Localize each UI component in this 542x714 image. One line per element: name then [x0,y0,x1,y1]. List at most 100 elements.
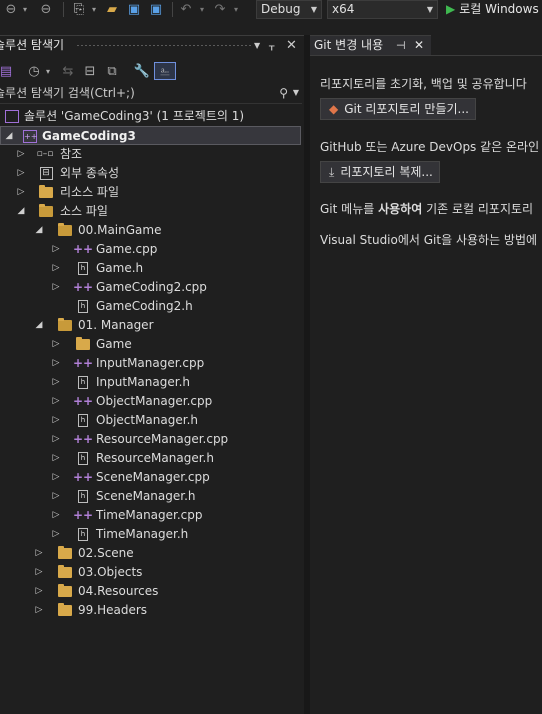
chevron-down-icon: ▼ [310,5,317,14]
new-item-dropdown-icon[interactable]: ▾ [90,1,98,18]
search-icon[interactable]: ⚲ [279,83,288,103]
tree-label: 외부 종속성 [60,166,120,180]
sync-icon[interactable]: ▤ [0,62,12,80]
collapsed-arrow-icon[interactable]: ▷ [51,392,61,411]
tree-label: 00.MainGame [78,223,162,237]
tree-label: 01. Manager [78,318,154,332]
run-label: 로컬 Windows [459,2,539,16]
collapsed-arrow-icon[interactable]: ▷ [34,601,44,620]
collapsed-arrow-icon[interactable]: ▷ [16,183,26,202]
tree-solution-row[interactable]: 솔루션 'GameCoding3' (1 프로젝트의 1) [0,107,302,126]
tab-label: Git 변경 내용 [314,38,384,52]
init-intro-text: 리포지토리를 초기화, 백업 및 공유합니다 [320,77,527,91]
collapsed-arrow-icon[interactable]: ▷ [51,449,61,468]
expanded-arrow-icon[interactable]: ◢ [34,316,44,335]
tree-label: ObjectManager.h [96,413,198,427]
save-all-icon[interactable]: ▣ [148,1,164,18]
forward-icon[interactable]: ⊖ [38,1,54,18]
show-all-files-icon[interactable]: ⧉ [104,62,120,80]
cpp-file-icon: ++ [72,508,94,522]
tree-label: GameCoding2.cpp [96,280,207,294]
close-icon[interactable]: ✕ [286,36,297,55]
main-toolbar: ⊖ ▾ ⊖ ⎘ ▾ ▰ ▣ ▣ ↶ ▾ ↷ ▾ Debug ▼ x64 ▼ ▶ 로… [0,0,542,19]
tree-label: 04.Resources [78,584,159,598]
collapsed-arrow-icon[interactable]: ▷ [51,411,61,430]
header-file-icon: h [75,487,91,506]
history-dropdown-icon[interactable]: ▾ [44,62,52,80]
panel-title: 솔루션 탐색기 [0,38,65,52]
collapsed-arrow-icon[interactable]: ▷ [34,563,44,582]
sync-arrows-icon[interactable]: ⇆ [60,62,76,80]
clone-repo-button[interactable]: ⤓ 리포지토리 복제... [320,161,440,183]
collapsed-arrow-icon[interactable]: ▷ [51,240,61,259]
collapsed-arrow-icon[interactable]: ▷ [34,544,44,563]
redo-dropdown-icon[interactable]: ▾ [232,1,240,18]
cpp-file-icon: ++ [72,470,94,484]
header-file-icon: h [75,449,91,468]
configuration-value: Debug [261,2,301,16]
chevron-down-icon[interactable]: ▼ [293,83,299,103]
external-deps-icon: ⊟ [38,164,54,183]
collapsed-arrow-icon[interactable]: ▷ [34,582,44,601]
history-icon[interactable]: ◷ [26,62,42,80]
tree-label: TimeManager.cpp [96,508,203,522]
tree-label: SceneManager.h [96,489,196,503]
undo-icon[interactable]: ↶ [178,1,194,18]
close-icon[interactable]: ✕ [414,36,424,55]
solution-explorer-toolbar: ▤ ◷ ▾ ⇆ ⊟ ⧉ 🔧 ⎁ [0,59,304,83]
tree-label: Game [96,337,132,351]
expanded-arrow-icon[interactable]: ◢ [4,127,14,146]
tree-label: ResourceManager.cpp [96,432,229,446]
header-file-icon: h [75,259,91,278]
open-folder-icon[interactable]: ▰ [104,1,120,18]
pin-icon[interactable]: ᚁ [269,36,274,55]
tree-label: 소스 파일 [60,204,108,218]
git-icon: ◆ [329,102,339,116]
collapsed-arrow-icon[interactable]: ▷ [51,487,61,506]
tree-label: 솔루션 'GameCoding3' (1 프로젝트의 1) [24,109,245,123]
window-menu-icon[interactable]: ▼ [254,36,260,55]
properties-wrench-icon[interactable]: 🔧 [134,62,150,80]
configuration-dropdown[interactable]: Debug ▼ [256,0,322,19]
chevron-down-icon: ▼ [426,5,433,14]
collapsed-arrow-icon[interactable]: ▷ [51,259,61,278]
collapse-all-icon[interactable]: ⊟ [82,62,98,80]
expanded-arrow-icon[interactable]: ◢ [34,221,44,240]
save-icon[interactable]: ▣ [126,1,142,18]
collapsed-arrow-icon[interactable]: ▷ [16,145,26,164]
collapsed-arrow-icon[interactable]: ▷ [51,525,61,544]
create-git-repo-button[interactable]: ◆ Git 리포지토리 만들기... [320,98,476,120]
collapsed-arrow-icon[interactable]: ▷ [51,354,61,373]
platform-dropdown[interactable]: x64 ▼ [327,0,438,19]
solution-search-box[interactable]: 솔루션 탐색기 검색(Ctrl+;) ⚲ ▼ [0,83,302,104]
git-menu-text-a: Git 메뉴를 [320,202,379,216]
undo-dropdown-icon[interactable]: ▾ [198,1,206,18]
tab-git-changes[interactable]: Git 변경 내용 ⊣ ✕ [310,35,431,55]
collapsed-arrow-icon[interactable]: ▷ [51,335,61,354]
toolbar-separator [63,2,64,17]
expanded-arrow-icon[interactable]: ◢ [16,202,26,221]
collapsed-arrow-icon[interactable]: ▷ [51,430,61,449]
git-menu-text-bold: 사용하여 [378,202,423,216]
redo-icon[interactable]: ↷ [212,1,228,18]
preview-selected-icon[interactable]: ⎁ [154,62,176,80]
tree-project-row[interactable]: ◢ ++ GameCoding3 [0,126,301,145]
collapsed-arrow-icon[interactable]: ▷ [16,164,26,183]
cpp-project-icon: ++ [23,130,38,143]
drag-grip[interactable] [76,44,252,47]
new-item-icon[interactable]: ⎘ [70,1,88,18]
tree-label: Game.h [96,261,144,275]
learn-git-text[interactable]: Visual Studio에서 Git을 사용하는 방법에 [320,231,537,248]
back-icon[interactable]: ⊖ [4,1,18,18]
collapsed-arrow-icon[interactable]: ▷ [51,468,61,487]
folder-icon [38,183,54,202]
folder-open-icon [57,316,73,335]
collapsed-arrow-icon[interactable]: ▷ [51,506,61,525]
back-dropdown-icon[interactable]: ▾ [20,1,30,18]
collapsed-arrow-icon[interactable]: ▷ [51,278,61,297]
folder-open-icon [38,202,54,221]
collapsed-arrow-icon[interactable]: ▷ [51,373,61,392]
pin-icon[interactable]: ⊣ [396,36,406,55]
download-icon: ⤓ [329,165,335,179]
run-button[interactable]: ▶ 로컬 Windows [446,0,539,19]
